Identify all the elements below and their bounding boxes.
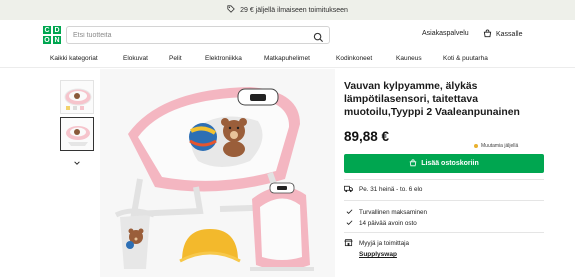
promo-text: 29 € jäljellä ilmaiseen toimitukseen [240, 6, 348, 14]
divider [344, 179, 544, 180]
stock-label: Muutamia jäljellä [481, 143, 519, 149]
add-to-cart-button[interactable]: Lisää ostoskoriin [344, 154, 544, 173]
nav-item-home-garden[interactable]: Koti & puutarha [443, 55, 488, 62]
nav-item-games[interactable]: Pelit [169, 55, 182, 62]
divider [344, 200, 544, 201]
delivery-row: Pe. 31 heinä - to. 6 elo [344, 184, 422, 195]
search-box [66, 26, 330, 44]
stock-status: Muutamia jäljellä [474, 143, 518, 149]
benefit-label: Turvallinen maksaminen [359, 209, 428, 216]
category-nav: Kaikki kategoriat Elokuvat Pelit Elektro… [0, 50, 575, 68]
store-icon [344, 238, 353, 249]
cart-button[interactable]: Kassalle [483, 29, 522, 40]
search-icon[interactable] [313, 30, 324, 43]
thumbnail-2[interactable] [60, 117, 94, 151]
logo-letter: O [42, 35, 52, 45]
thumbnail-list [60, 80, 96, 172]
divider [344, 232, 544, 233]
seller-row: Myyjä ja toimittaja [344, 238, 409, 249]
logo-letter: N [52, 35, 62, 45]
seller-label: Myyjä ja toimittaja [359, 240, 410, 247]
benefit-item: Turvallinen maksaminen [346, 208, 427, 217]
seller-name-link[interactable]: Supplyswap [359, 251, 397, 258]
stock-indicator-icon [474, 144, 478, 148]
baby-tub-illustration [100, 69, 335, 277]
add-to-cart-label: Lisää ostoskoriin [421, 160, 479, 167]
product-price: 89,88 € [344, 129, 390, 144]
tag-icon [227, 5, 235, 15]
nav-item-all-categories[interactable]: Kaikki kategoriat [50, 55, 98, 62]
benefit-label: 14 päivää avoin osto [359, 220, 417, 227]
promo-bar: 29 € jäljellä ilmaiseen toimitukseen [0, 0, 575, 20]
delivery-estimate: Pe. 31 heinä - to. 6 elo [359, 186, 423, 193]
truck-icon [344, 184, 353, 195]
logo-letter: D [52, 25, 62, 35]
nav-item-appliances[interactable]: Kodinkoneet [336, 55, 372, 62]
nav-item-phones[interactable]: Matkapuhelimet [264, 55, 310, 62]
cart-icon [483, 29, 492, 40]
check-icon [346, 219, 353, 228]
customer-service-link[interactable]: Asiakaspalvelu [422, 30, 469, 37]
cart-label: Kassalle [496, 31, 523, 38]
nav-item-movies[interactable]: Elokuvat [123, 55, 148, 62]
nav-item-electronics[interactable]: Elektroniikka [205, 55, 242, 62]
benefit-item: 14 päivää avoin osto [346, 219, 417, 228]
site-header: C D O N Asiakaspalvelu Kassalle [0, 20, 575, 50]
check-icon [346, 208, 353, 217]
thumbnail-1[interactable] [60, 80, 94, 114]
product-title: Vauvan kylpyamme, älykäs lämpötilasensor… [344, 81, 520, 118]
nav-item-beauty[interactable]: Kauneus [396, 55, 422, 62]
logo-letter: C [42, 25, 52, 35]
product-main-image[interactable] [100, 69, 335, 277]
cart-icon [409, 158, 417, 169]
product-info: Vauvan kylpyamme, älykäs lämpötilasensor… [344, 80, 544, 144]
search-input[interactable] [73, 31, 303, 39]
chevron-down-icon[interactable] [60, 154, 94, 172]
cdon-logo[interactable]: C D O N [42, 25, 62, 45]
